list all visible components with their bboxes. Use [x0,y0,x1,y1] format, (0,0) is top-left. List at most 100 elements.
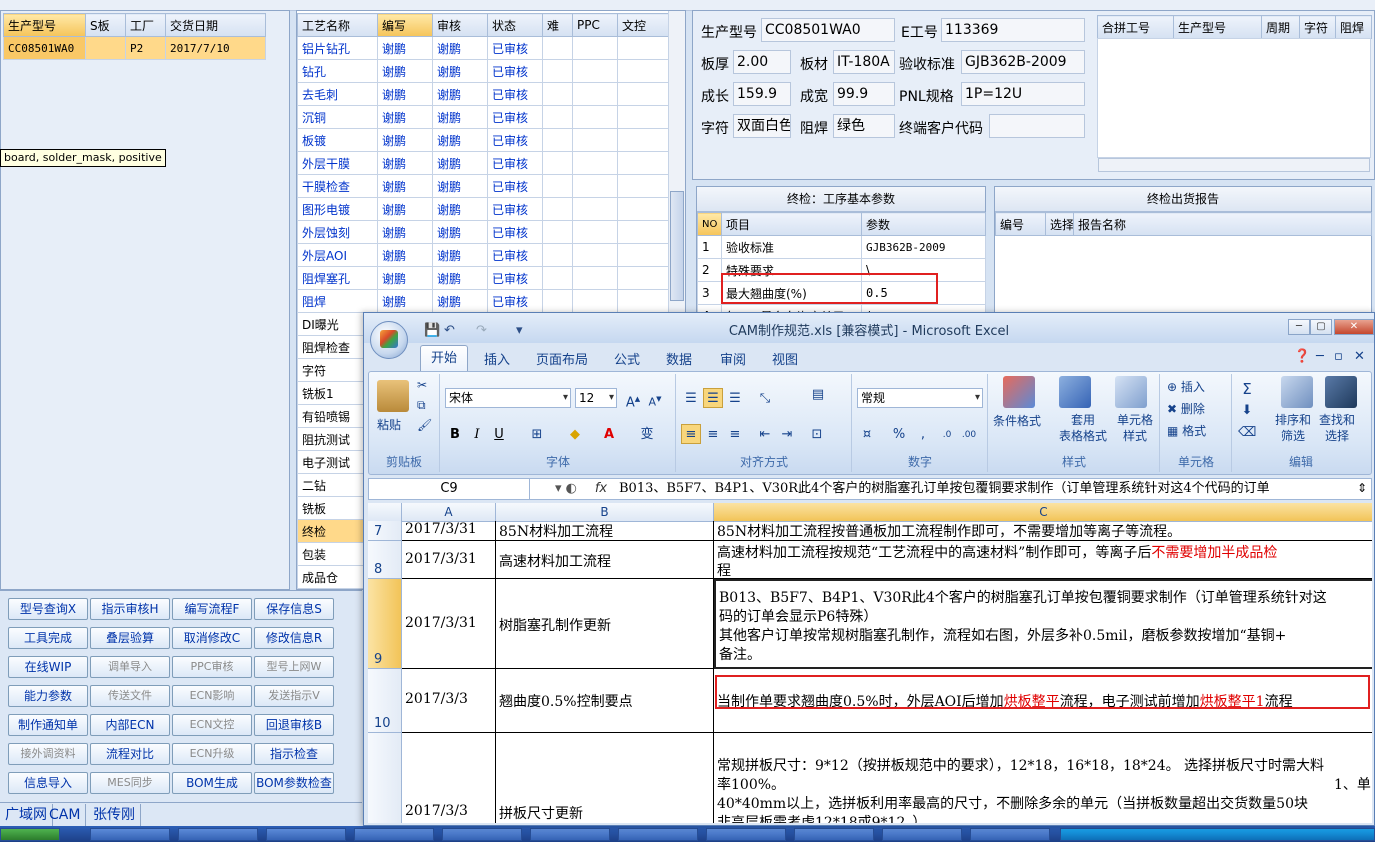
internal-ecn-button[interactable]: 内部ECN [90,714,170,736]
col-no[interactable]: NO [697,212,722,236]
scrollbar-thumb[interactable] [670,191,684,301]
orientation-icon[interactable]: ⤡ [755,388,775,408]
insert-function-icon[interactable]: fx [591,479,611,499]
cell-a11[interactable]: 2017/3/3 [402,733,496,823]
ribbon-minimize-icon[interactable]: ─ [1316,349,1324,364]
row-header-7[interactable]: 7 [368,521,402,541]
col-mask[interactable]: 阻焊 [1335,15,1372,39]
col-writer[interactable]: 编写 [377,13,433,37]
col-doc-control[interactable]: 文控 [617,13,670,37]
col-delivery-date[interactable]: 交货日期 [165,13,266,37]
table-row[interactable]: 1 验收标准 GJB362B-2009 [697,235,986,259]
tab-formulas[interactable]: 公式 [614,349,640,368]
format-table-button[interactable]: 套用 表格格式 [1059,412,1107,444]
online-wip-button[interactable]: 在线WIP [8,656,88,678]
underline-icon[interactable]: U [489,424,509,444]
send-file-button[interactable]: 传送文件 [90,685,170,707]
cell-b11[interactable]: 拼板尺寸更新 [496,733,714,823]
tab-insert[interactable]: 插入 [484,349,510,368]
tab-data[interactable]: 数据 [666,349,692,368]
edit-info-button[interactable]: 修改信息R [254,627,334,649]
col-reviewer[interactable]: 审核 [432,13,488,37]
col-difficulty[interactable]: 难 [542,13,573,37]
find-select-icon[interactable] [1325,376,1357,408]
start-button[interactable] [0,828,60,841]
sort-filter-icon[interactable] [1281,376,1313,408]
border-icon[interactable]: ⊞ [527,424,547,444]
italic-icon[interactable]: I [467,424,487,444]
format-cells-button[interactable]: ▦ 格式 [1167,422,1206,439]
col-header-c[interactable]: C [714,503,1372,521]
row-header-10[interactable]: 10 [368,669,402,733]
name-box-dropdown-icon[interactable]: ▾ ◐ [555,481,577,496]
pnl-field[interactable]: 1P=12U [961,82,1085,106]
clear-icon[interactable]: ⌫ [1237,422,1257,442]
col-char[interactable]: 字符 [1299,15,1336,39]
cell-b10[interactable]: 翘曲度0.5%控制要点 [496,669,714,733]
save-info-button[interactable]: 保存信息S [254,598,334,620]
width-field[interactable]: 99.9 [833,82,895,106]
revert-review-button[interactable]: 回退审核B [254,714,334,736]
cell-b8[interactable]: 高速材料加工流程 [496,541,714,579]
decrease-indent-icon[interactable]: ⇤ [755,424,775,444]
find-select-button[interactable]: 查找和 选择 [1319,412,1355,444]
horizontal-scrollbar[interactable] [1098,158,1370,172]
increase-decimal-icon[interactable]: .0 [937,424,957,444]
ecode-field[interactable]: 113369 [941,18,1085,42]
align-right-icon[interactable]: ≡ [725,424,745,444]
length-field[interactable]: 159.9 [733,82,791,106]
col-factory[interactable]: 工厂 [125,13,166,37]
row-header-11[interactable] [368,733,402,823]
conditional-format-icon[interactable] [1003,376,1035,408]
paste-icon[interactable] [377,380,409,412]
col-panel-no[interactable]: 合拼工号 [1097,15,1174,39]
taskbar-item[interactable] [794,828,874,841]
align-center-icon[interactable]: ≡ [703,424,723,444]
col-report-no[interactable]: 编号 [995,212,1046,236]
minimize-button[interactable]: ─ [1288,319,1310,335]
col-item[interactable]: 项目 [721,212,862,236]
insert-cells-button[interactable]: ⊕ 插入 [1167,378,1205,395]
col-report-name[interactable]: 报告名称 [1073,212,1372,236]
cell-c11[interactable]: 常规拼板尺寸：9*12（按拼板规范中的要求），12*18，16*18，18*24… [714,733,1372,823]
merge-cells-icon[interactable]: ⊡ [807,424,827,444]
cell-b9[interactable]: 树脂塞孔制作更新 [496,579,714,669]
cell-c9[interactable]: B013、B5F7、B4P1、V30R此4个客户的树脂塞孔订单按包覆铜要求制作（… [714,579,1372,669]
format-painter-icon[interactable]: 🖌 [417,418,432,432]
col-header-a[interactable]: A [402,503,496,521]
maximize-button[interactable]: ▢ [1310,319,1332,335]
instruction-review-button[interactable]: 指示审核H [90,598,170,620]
undo-icon[interactable]: ↶ [444,323,455,338]
bold-icon[interactable]: B [445,424,465,444]
delete-cells-button[interactable]: ✖ 删除 [1167,400,1205,417]
cell-a10[interactable]: 2017/3/3 [402,669,496,733]
col-model[interactable]: 生产型号 [3,13,86,37]
tab-cam[interactable]: CAM [44,804,87,826]
redo-icon[interactable]: ↷ [476,323,487,338]
table-row[interactable]: CC08501WA0 P2 2017/7/10 [3,36,266,60]
ribbon-restore-icon[interactable]: ▫ [1334,349,1343,364]
help-icon[interactable]: ❓ [1294,349,1310,364]
cell-style-icon[interactable] [1115,376,1147,408]
col-process-name[interactable]: 工艺名称 [297,13,378,37]
ribbon-close-icon[interactable]: ✕ [1354,349,1365,364]
percent-icon[interactable]: % [889,424,909,444]
cell-b7[interactable]: 85N材料加工流程 [496,521,714,541]
fill-color-icon[interactable]: ◆ [565,424,585,444]
send-instruction-button[interactable]: 发送指示V [254,685,334,707]
col-header-b[interactable]: B [496,503,714,521]
close-button[interactable]: ✕ [1334,319,1374,335]
cell-c7[interactable]: 85N材料加工流程按普通板加工流程制作即可，不需要增加等离子等流程。 [714,521,1372,541]
paste-button[interactable]: 粘贴 [377,416,401,433]
table-row[interactable]: 外层蚀刻 谢鹏 谢鹏 已审核 [297,220,670,244]
col-panel-model[interactable]: 生产型号 [1173,15,1262,39]
taskbar-item[interactable] [266,828,346,841]
taskbar-item[interactable] [354,828,434,841]
taskbar-item[interactable] [530,828,610,841]
table-row[interactable]: 去毛刺 谢鹏 谢鹏 已审核 [297,82,670,106]
cell-c8[interactable]: 高速材料加工流程按规范“工艺流程中的高速材料”制作即可，等离子后不需要增加半成品… [714,541,1372,579]
conditional-format-button[interactable]: 条件格式 [993,412,1041,429]
char-field[interactable]: 双面白色 [733,114,791,138]
table-row[interactable]: 阻焊塞孔 谢鹏 谢鹏 已审核 [297,266,670,290]
table-row[interactable]: 外层AOI 谢鹏 谢鹏 已审核 [297,243,670,267]
